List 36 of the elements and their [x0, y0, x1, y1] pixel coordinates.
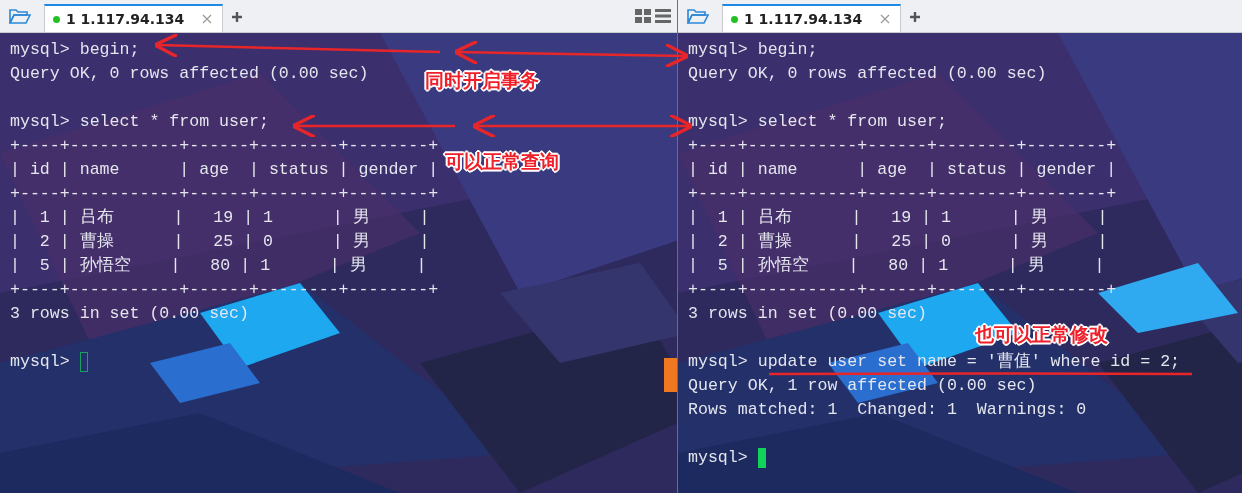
list-icon[interactable]	[655, 9, 671, 23]
terminal-line: | 5 | 孙悟空 | 80 | 1 | 男 |	[10, 256, 427, 276]
terminal-line: +----+-----------+------+--------+--------+	[10, 136, 439, 156]
terminal-line: 3 rows in set (0.00 sec)	[10, 304, 249, 324]
folder-icon[interactable]	[8, 6, 32, 26]
terminal-line: +----+-----------+------+--------+--------+	[688, 184, 1117, 204]
terminal-line: | 2 | 曹操 | 25 | 0 | 男 |	[688, 232, 1108, 252]
terminal-line: Query OK, 1 row affected (0.00 sec)	[688, 376, 1037, 396]
terminal-line: | 2 | 曹操 | 25 | 0 | 男 |	[10, 232, 430, 252]
terminal-line: mysql> begin;	[688, 40, 818, 60]
terminal-line: | id | name | age | status | gender |	[688, 160, 1117, 180]
terminal-line: +----+-----------+------+--------+--------+	[10, 184, 439, 204]
session-tab[interactable]: 1 1.117.94.134	[722, 4, 902, 32]
terminal-line: +----+-----------+------+--------+--------+	[688, 136, 1117, 156]
terminal-line: Query OK, 0 rows affected (0.00 sec)	[688, 64, 1047, 84]
terminal-line: | 1 | 吕布 | 19 | 1 | 男 |	[10, 208, 430, 228]
session-tab[interactable]: 1 1.117.94.134	[44, 4, 224, 32]
terminal-line: mysql> begin;	[10, 40, 140, 60]
grid-icon[interactable]	[635, 9, 651, 23]
terminal-line: mysql> select * from user;	[10, 112, 269, 132]
add-tab-icon[interactable]	[909, 11, 922, 23]
terminal-line: | 5 | 孙悟空 | 80 | 1 | 男 |	[688, 256, 1105, 276]
close-icon[interactable]	[202, 14, 213, 24]
folder-icon[interactable]	[686, 6, 710, 26]
annotation-label: 可以正常查询	[445, 149, 559, 174]
terminal-line: mysql> select * from user;	[688, 112, 947, 132]
terminal-line: Rows matched: 1 Changed: 1 Warnings: 0	[688, 400, 1087, 420]
terminal-prompt: mysql>	[10, 352, 70, 372]
annotation-label: 同时开启事务	[425, 68, 539, 93]
terminal-prompt: mysql>	[688, 448, 748, 468]
terminal-line: 3 rows in set (0.00 sec)	[688, 304, 927, 324]
close-icon[interactable]	[880, 14, 891, 24]
add-tab-icon[interactable]	[231, 11, 244, 23]
terminal-line: | id | name | age | status | gender |	[10, 160, 439, 180]
terminal-line: Query OK, 0 rows affected (0.00 sec)	[10, 64, 369, 84]
terminal-line: | 1 | 吕布 | 19 | 1 | 男 |	[688, 208, 1108, 228]
